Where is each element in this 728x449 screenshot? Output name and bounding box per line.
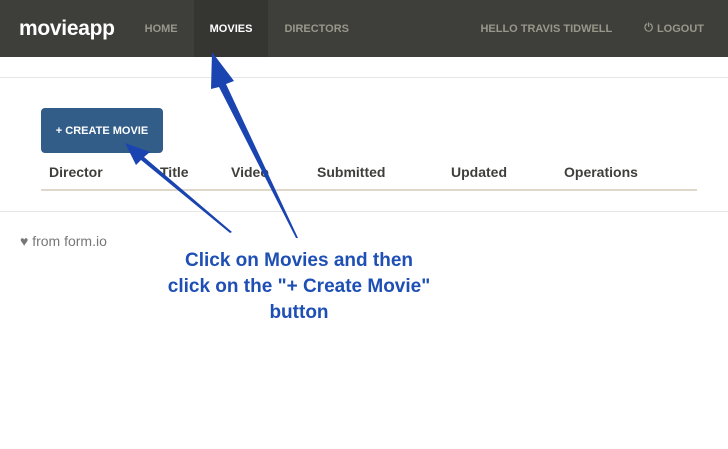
column-director[interactable]: Director bbox=[49, 164, 103, 180]
divider bbox=[0, 77, 728, 78]
logout-label: LOGOUT bbox=[656, 22, 704, 35]
annotation-line: Click on Movies and then bbox=[184, 250, 414, 271]
divider bbox=[0, 211, 728, 212]
annotation-arrows bbox=[125, 52, 298, 238]
nav-home[interactable]: HOME bbox=[129, 0, 194, 57]
nav-directors[interactable]: DIRECTORS bbox=[268, 0, 365, 57]
footer-text[interactable]: from form.io bbox=[32, 233, 107, 249]
footer: ♥ from form.io bbox=[20, 233, 107, 249]
annotation-line: click on the "+ Create Movie" bbox=[167, 276, 431, 297]
annotation-note: Click on Movies and then click on the "+… bbox=[140, 248, 458, 326]
column-video[interactable]: Video bbox=[231, 164, 269, 180]
table-header-border bbox=[41, 189, 697, 191]
column-operations[interactable]: Operations bbox=[564, 164, 638, 180]
column-title[interactable]: Title bbox=[160, 164, 189, 180]
create-movie-button[interactable]: + CREATE MOVIE bbox=[41, 108, 163, 153]
arrow-to-create-button bbox=[125, 143, 232, 233]
nav-movies[interactable]: MOVIES bbox=[193, 0, 269, 57]
power-icon: ⏻ bbox=[644, 22, 653, 34]
column-submitted[interactable]: Submitted bbox=[317, 164, 385, 180]
annotation-line: button bbox=[269, 302, 329, 323]
column-updated[interactable]: Updated bbox=[451, 164, 507, 180]
heart-icon: ♥ bbox=[20, 233, 29, 249]
user-greeting[interactable]: HELLO TRAVIS TIDWELL bbox=[464, 0, 628, 57]
logout-link[interactable]: ⏻ LOGOUT bbox=[628, 0, 728, 57]
navbar: movieapp HOME MOVIES DIRECTORS HELLO TRA… bbox=[0, 0, 728, 57]
brand-logo[interactable]: movieapp bbox=[19, 17, 115, 41]
